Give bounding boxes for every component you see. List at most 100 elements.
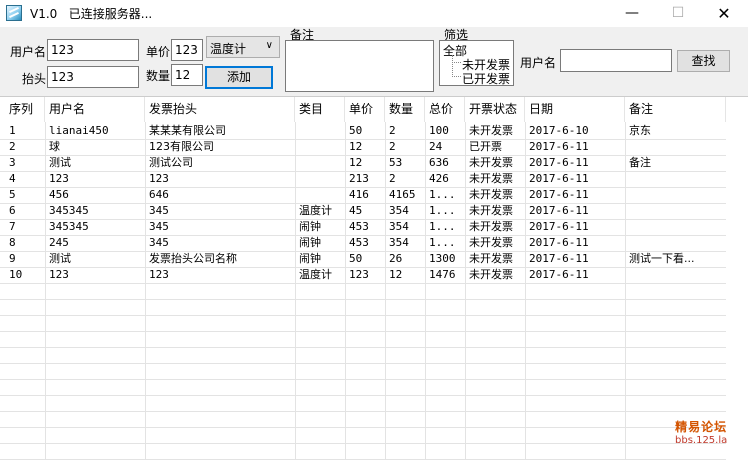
table-cell bbox=[295, 155, 345, 171]
table-row[interactable]: 2 球 123有限公司 12 2 24 已开票 2017-6-11 bbox=[0, 139, 726, 155]
table-cell: 测试公司 bbox=[149, 156, 193, 169]
table-row[interactable]: 7 345345 345 闹钟 453 354 1... 未开发票 2017-6-11 bbox=[0, 219, 726, 235]
table-cell: 未开发票 bbox=[469, 220, 513, 233]
table-cell: 10 bbox=[9, 268, 23, 281]
chevron-down-icon: ∨ bbox=[265, 40, 273, 51]
table-row[interactable]: 6 345345 345 温度计 45 354 1... 未开发票 2017-6-11 bbox=[0, 203, 726, 219]
table-cell: 636 bbox=[429, 156, 449, 169]
table-cell bbox=[625, 219, 726, 235]
table-cell: 2017-6-11 bbox=[529, 204, 589, 217]
column-header[interactable]: 数量 bbox=[385, 97, 425, 122]
table-cell: 345345 bbox=[49, 220, 89, 233]
grid-line bbox=[0, 363, 726, 364]
quantity-label: 数量 bbox=[146, 69, 171, 83]
grid-line bbox=[0, 395, 726, 396]
close-button[interactable]: ✕ bbox=[701, 0, 747, 27]
tree-connector bbox=[452, 76, 461, 77]
grid-line bbox=[0, 379, 726, 380]
column-header[interactable]: 单价 bbox=[345, 97, 385, 122]
table-cell: 12 bbox=[389, 268, 403, 281]
table-cell bbox=[295, 187, 345, 203]
table-cell bbox=[295, 139, 345, 155]
version-label: V1.0 bbox=[30, 7, 58, 21]
table-cell: 123 bbox=[349, 268, 369, 281]
price-input[interactable]: 123 bbox=[171, 39, 203, 61]
username-input[interactable]: 123 bbox=[47, 39, 139, 61]
table-cell: 6 bbox=[9, 204, 16, 217]
table-cell: 某某某有限公司 bbox=[149, 124, 226, 137]
column-header[interactable]: 总价 bbox=[425, 97, 465, 122]
grid-line bbox=[0, 331, 726, 332]
table-cell: 1 bbox=[9, 124, 16, 137]
grid-line bbox=[0, 347, 726, 348]
invoice-table[interactable]: 序列 用户名 发票抬头 类目 单价 数量 总价 开票状态 日期 备注 1 lianai450 某某某有… bbox=[0, 96, 748, 460]
table-row[interactable]: 1 lianai450 某某某有限公司 50 2 100 未开发票 2017-6-10 京东 bbox=[0, 123, 726, 139]
table-cell: 1476 bbox=[429, 268, 456, 281]
category-select[interactable]: 温度计 ∨ bbox=[206, 36, 280, 58]
table-cell: 2017-6-11 bbox=[529, 140, 589, 153]
table-cell bbox=[295, 123, 345, 139]
table-cell: 测试 bbox=[49, 156, 71, 169]
table-row[interactable]: 4 123 123 213 2 426 未开发票 2017-6-11 bbox=[0, 171, 726, 187]
column-header[interactable]: 日期 bbox=[525, 97, 625, 122]
header-input[interactable]: 123 bbox=[47, 66, 139, 88]
table-row[interactable]: 3 测试 测试公司 12 53 636 未开发票 2017-6-11 备注 bbox=[0, 155, 726, 171]
table-cell: 测试一下看... bbox=[629, 252, 695, 265]
table-cell: 426 bbox=[429, 172, 449, 185]
grid-line bbox=[0, 283, 726, 284]
table-cell: 温度计 bbox=[299, 204, 332, 217]
table-cell: 2017-6-11 bbox=[529, 188, 589, 201]
column-header[interactable]: 类目 bbox=[295, 97, 345, 122]
table-cell bbox=[625, 187, 726, 203]
table-row[interactable]: 5 456 646 416 4165 1... 未开发票 2017-6-11 bbox=[0, 187, 726, 203]
quantity-input[interactable]: 12 bbox=[171, 64, 203, 86]
window-title: V1.0 已连接服务器... bbox=[30, 5, 152, 22]
search-username-label: 用户名 bbox=[520, 56, 557, 70]
table-cell: 26 bbox=[389, 252, 403, 265]
column-header[interactable]: 备注 bbox=[625, 97, 726, 122]
filter-tree[interactable]: 全部 未开发票 已开发票 bbox=[439, 40, 514, 86]
table-cell: 345 bbox=[149, 204, 169, 217]
table-cell: 1300 bbox=[429, 252, 456, 265]
table-cell: 100 bbox=[429, 124, 449, 137]
table-cell: 354 bbox=[389, 220, 409, 233]
table-cell: 123 bbox=[49, 172, 69, 185]
table-cell: 354 bbox=[389, 204, 409, 217]
search-username-input[interactable] bbox=[560, 49, 672, 72]
table-cell: 未开发票 bbox=[469, 172, 513, 185]
table-cell: 已开票 bbox=[469, 140, 502, 153]
table-row[interactable]: 9 测试 发票抬头公司名称 闹钟 50 26 1300 未开发票 2017-6-11 测试一下看.… bbox=[0, 251, 726, 267]
table-row[interactable]: 10 123 123 温度计 123 12 1476 未开发票 2017-6-11 bbox=[0, 267, 726, 283]
remark-textarea[interactable] bbox=[285, 40, 434, 92]
table-cell: 2017-6-11 bbox=[529, 220, 589, 233]
minimize-button[interactable]: — bbox=[609, 0, 655, 27]
column-header[interactable]: 用户名 bbox=[45, 97, 145, 122]
filter-billed[interactable]: 已开发票 bbox=[462, 70, 510, 87]
table-cell bbox=[625, 203, 726, 219]
table-cell bbox=[625, 235, 726, 251]
table-cell: 2 bbox=[9, 140, 16, 153]
table-cell: 453 bbox=[349, 220, 369, 233]
column-header[interactable]: 序列 bbox=[5, 97, 45, 122]
column-header[interactable]: 发票抬头 bbox=[145, 97, 295, 122]
search-button[interactable]: 查找 bbox=[677, 50, 730, 72]
table-cell: 8 bbox=[9, 236, 16, 249]
watermark-title: 精易论坛 bbox=[675, 420, 728, 434]
table-cell: 未开发票 bbox=[469, 252, 513, 265]
table-cell: 9 bbox=[9, 252, 16, 265]
add-button[interactable]: 添加 bbox=[205, 66, 273, 89]
grid-line bbox=[0, 443, 726, 444]
table-row[interactable]: 8 245 345 闹钟 453 354 1... 未开发票 2017-6-11 bbox=[0, 235, 726, 251]
maximize-button[interactable]: ☐ bbox=[655, 0, 701, 27]
grid-line bbox=[0, 299, 726, 300]
table-cell bbox=[625, 171, 726, 187]
column-header[interactable]: 开票状态 bbox=[465, 97, 525, 122]
username-label: 用户名 bbox=[10, 45, 47, 59]
table-cell: 354 bbox=[389, 236, 409, 249]
table-cell bbox=[625, 139, 726, 155]
table-cell: 发票抬头公司名称 bbox=[149, 252, 237, 265]
table-cell: 闹钟 bbox=[299, 252, 321, 265]
header-label: 抬头 bbox=[22, 72, 47, 86]
grid-line bbox=[0, 411, 726, 412]
table-cell: 未开发票 bbox=[469, 236, 513, 249]
